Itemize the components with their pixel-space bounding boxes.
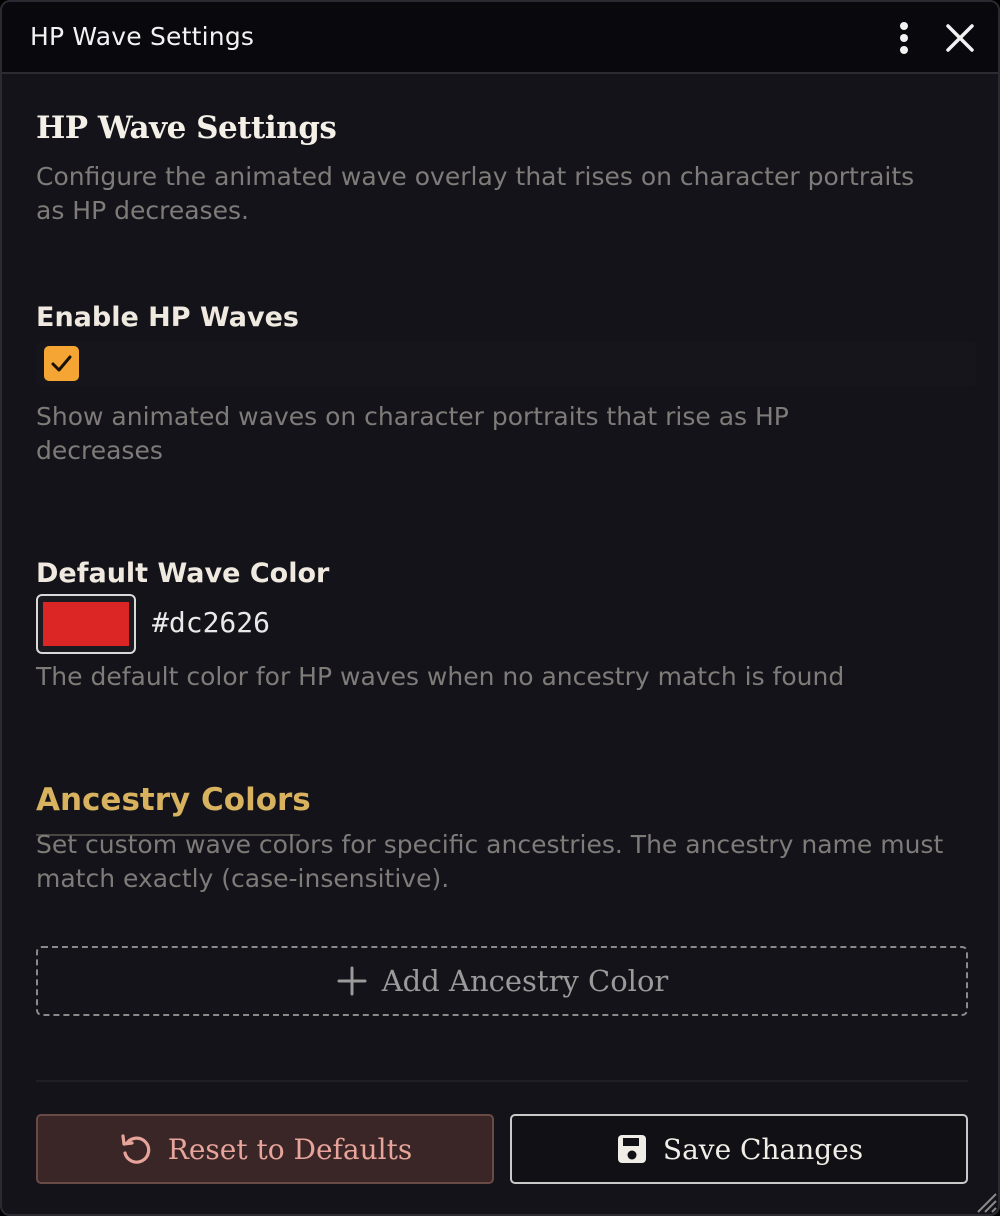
add-ancestry-color-button[interactable]: Add Ancestry Color xyxy=(36,946,968,1016)
resize-grip-icon[interactable] xyxy=(972,1188,998,1214)
add-ancestry-label: Add Ancestry Color xyxy=(381,964,669,998)
reset-label: Reset to Defaults xyxy=(167,1132,413,1166)
undo-icon xyxy=(121,1134,150,1164)
color-swatch-fill xyxy=(43,602,129,646)
default-color-hint: The default color for HP waves when no a… xyxy=(36,662,845,691)
checkmark-icon xyxy=(51,355,72,372)
color-hex-value: #dc2626 xyxy=(152,606,271,639)
page-description: Configure the animated wave overlay that… xyxy=(36,162,915,225)
ancestry-description: Set custom wave colors for specific ance… xyxy=(36,830,944,893)
enable-waves-checkbox[interactable] xyxy=(44,346,79,381)
reset-defaults-button[interactable]: Reset to Defaults xyxy=(36,1114,494,1184)
title-bar[interactable]: HP Wave Settings xyxy=(2,2,998,74)
ancestry-section-title: Ancestry Colors xyxy=(36,782,311,818)
save-changes-button[interactable]: Save Changes xyxy=(510,1114,968,1184)
footer-divider xyxy=(36,1080,968,1082)
save-label: Save Changes xyxy=(662,1132,864,1166)
kebab-icon[interactable] xyxy=(890,18,918,58)
window-title: HP Wave Settings xyxy=(30,22,255,51)
default-color-label: Default Wave Color xyxy=(36,558,330,589)
save-icon xyxy=(617,1135,646,1163)
close-icon[interactable] xyxy=(942,20,978,56)
page-title: HP Wave Settings xyxy=(36,110,337,146)
settings-window: HP Wave Settings HP Wave Settings Config… xyxy=(0,0,1000,1216)
color-swatch[interactable] xyxy=(36,594,136,654)
enable-waves-label: Enable HP Waves xyxy=(36,302,299,333)
enable-waves-hint: Show animated waves on character portrai… xyxy=(36,402,789,465)
checkbox-row xyxy=(36,342,976,386)
plus-icon xyxy=(337,966,367,996)
